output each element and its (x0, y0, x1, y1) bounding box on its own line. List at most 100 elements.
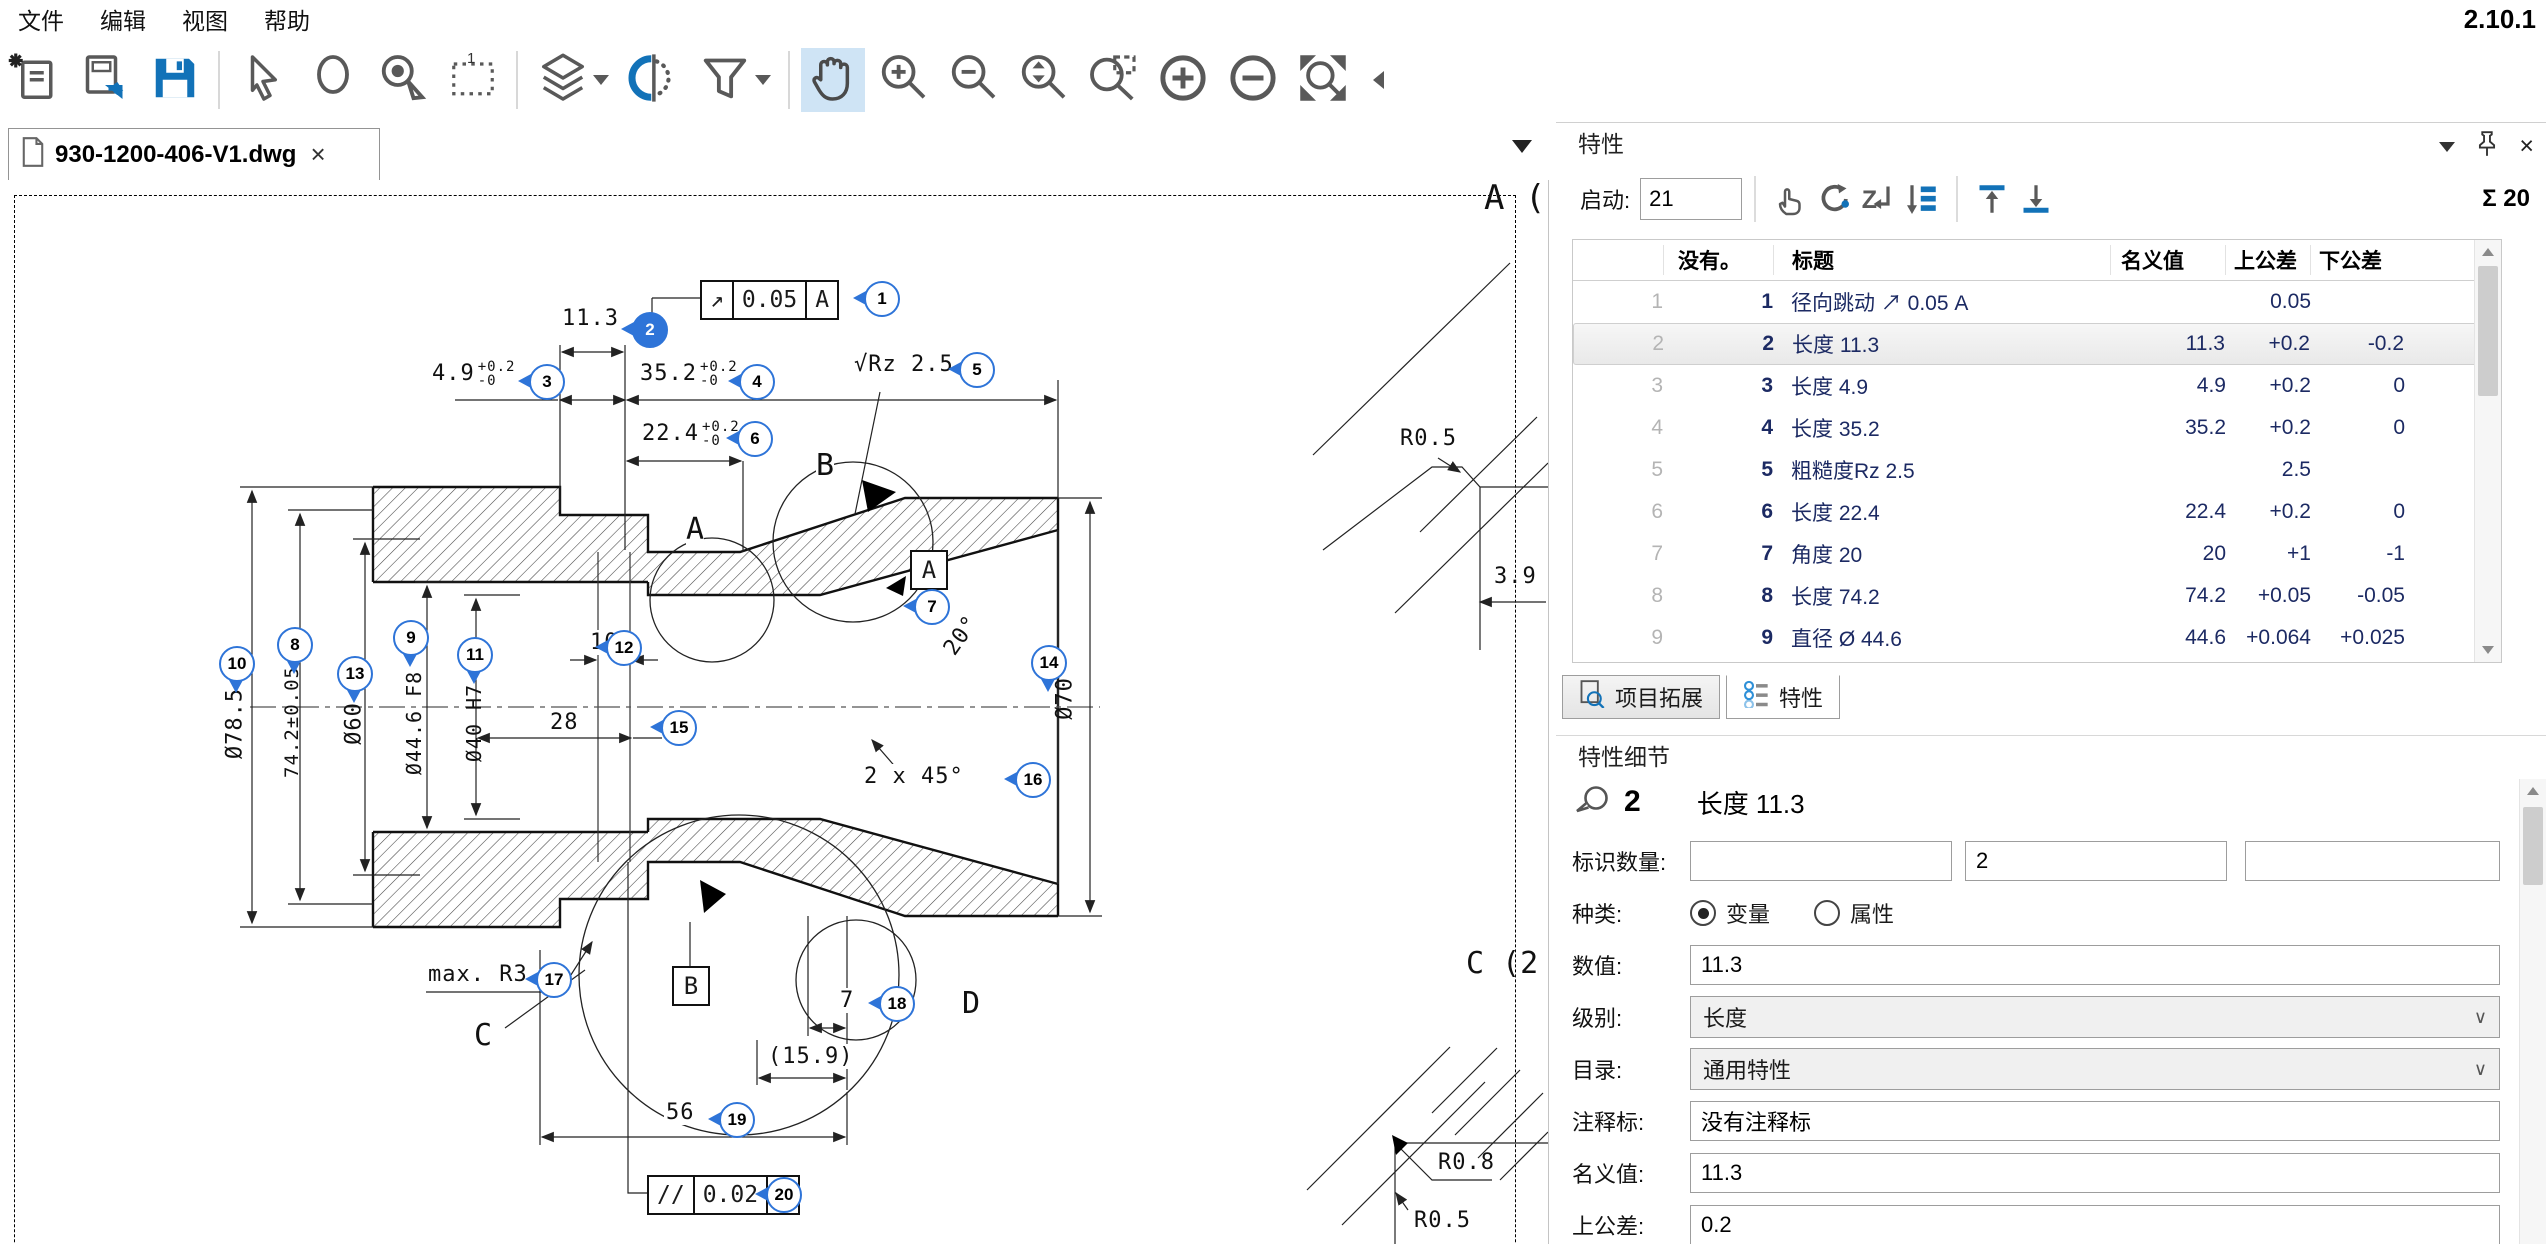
filter-icon (697, 50, 753, 111)
zoom-in-button[interactable] (871, 48, 935, 112)
increase-size-button[interactable] (1151, 48, 1215, 112)
table-row[interactable]: 44长度 35.235.2+0.20 (1573, 407, 2501, 449)
z-order-icon[interactable]: Z (1857, 178, 1899, 220)
balloon-1[interactable]: 1 (864, 281, 900, 317)
move-bottom-icon[interactable] (2015, 178, 2057, 220)
layers-dropdown-caret[interactable] (593, 75, 609, 85)
renumber-icon[interactable] (1813, 178, 1855, 220)
balloon-7[interactable]: 7 (914, 589, 950, 625)
filter-button[interactable] (691, 48, 777, 112)
id-count-input-1[interactable] (1690, 841, 1952, 881)
pan-button[interactable] (801, 48, 865, 112)
balloon-11[interactable]: 11 (457, 637, 493, 673)
filter-dropdown-caret[interactable] (755, 75, 771, 85)
col-lower[interactable]: 下公差 (2310, 245, 2404, 275)
zoom-fit-button[interactable] (1291, 48, 1355, 112)
decrease-size-button[interactable] (1221, 48, 1285, 112)
balloon-16[interactable]: 16 (1015, 762, 1051, 798)
pick-hand-icon[interactable] (1769, 178, 1811, 220)
balloon-2[interactable]: 2 (632, 312, 668, 348)
table-scrollbar[interactable] (2474, 240, 2501, 662)
toolbar: 1 (0, 38, 2546, 122)
zoom-window-button[interactable] (1081, 48, 1145, 112)
circle-plus-icon (1155, 50, 1211, 111)
new-document-button[interactable] (3, 48, 67, 112)
class-select[interactable]: 长度∨ (1690, 996, 2500, 1038)
balloon-19[interactable]: 19 (719, 1102, 755, 1138)
table-row[interactable]: 11径向跳动 ↗ 0.05 A0.05 (1573, 281, 2501, 323)
dim-length-3-9: 3.9 (1492, 564, 1539, 589)
details-scrollbar[interactable] (2519, 779, 2546, 1244)
mirror-split-button[interactable] (621, 48, 685, 112)
balloon-15[interactable]: 15 (661, 710, 697, 746)
table-row[interactable]: 66长度 22.422.4+0.20 (1573, 491, 2501, 533)
id-count-input-3[interactable] (2245, 841, 2500, 881)
pan-hand-icon (805, 50, 861, 111)
tab-characteristics[interactable]: 特性 (1726, 675, 1840, 719)
menu-edit[interactable]: 编辑 (82, 0, 164, 40)
value-input[interactable] (1690, 945, 2500, 985)
catalog-select[interactable]: 通用特性∨ (1690, 1048, 2500, 1090)
radio-attribute[interactable]: 属性 (1814, 897, 1894, 929)
balloon-6[interactable]: 6 (737, 421, 773, 457)
table-row[interactable]: 55粗糙度Rz 2.52.5 (1573, 449, 2501, 491)
balloon-18[interactable]: 18 (879, 986, 915, 1022)
balloon-8[interactable]: 8 (277, 627, 313, 663)
move-top-icon[interactable] (1971, 178, 2013, 220)
table-row[interactable]: 33长度 4.94.9+0.20 (1573, 365, 2501, 407)
zoom-out-button[interactable] (941, 48, 1005, 112)
balloon-14[interactable]: 14 (1031, 645, 1067, 681)
upper-tolerance-input[interactable] (1690, 1205, 2500, 1244)
canvas-menu-caret[interactable] (1512, 140, 1532, 153)
radio-variable[interactable]: 变量 (1690, 897, 1770, 929)
pin-icon[interactable] (2477, 131, 2497, 162)
save-button[interactable] (143, 48, 207, 112)
table-row[interactable]: 88长度 74.274.2+0.05-0.05 (1573, 575, 2501, 617)
nominal-input[interactable] (1690, 1153, 2500, 1193)
col-nominal[interactable]: 名义值 (2110, 245, 2225, 275)
col-upper[interactable]: 上公差 (2225, 245, 2310, 275)
upper-tolerance-label: 上公差: (1572, 1209, 1690, 1241)
balloon-13[interactable]: 13 (337, 656, 373, 692)
drawing-canvas[interactable]: 11.3 4.9+0.2-0 35.2+0.2-0 22.4+0.2-0 √Rz… (0, 180, 1549, 1244)
layers-button[interactable] (529, 48, 615, 112)
select-cursor-button[interactable] (231, 48, 295, 112)
kind-label: 种类: (1572, 897, 1690, 929)
menu-file[interactable]: 文件 (0, 0, 82, 40)
balloon-3[interactable]: 3 (529, 364, 565, 400)
balloon-4[interactable]: 4 (739, 364, 775, 400)
sort-list-icon[interactable] (1901, 178, 1943, 220)
panel-dropdown-icon[interactable] (2439, 142, 2455, 152)
menu-view[interactable]: 视图 (164, 0, 246, 40)
table-row[interactable]: 77角度 2020+1-1 (1573, 533, 2501, 575)
collapse-toolbar-button[interactable] (1361, 48, 1395, 112)
menu-help[interactable]: 帮助 (246, 0, 328, 40)
dim-length-35-2: 35.2+0.2-0 (638, 360, 740, 388)
balloon-10[interactable]: 10 (219, 646, 255, 682)
balloon-20[interactable]: 20 (766, 1177, 802, 1213)
table-row-selected[interactable]: 22长度 11.311.3+0.2-0.2 (1573, 323, 2501, 365)
id-count-input-2[interactable] (1965, 841, 2227, 881)
tab-project-expand[interactable]: 项目拓展 (1562, 675, 1720, 719)
zoom-vertical-button[interactable] (1011, 48, 1075, 112)
balloon-5[interactable]: 5 (959, 352, 995, 388)
start-number-input[interactable] (1640, 178, 1742, 220)
col-title[interactable]: 标题 (1773, 245, 2110, 275)
balloon-9[interactable]: 9 (393, 620, 429, 656)
panel-close-icon[interactable]: × (2519, 134, 2534, 159)
document-tab[interactable]: 930-1200-406-V1.dwg × (8, 128, 380, 180)
region-select-button[interactable]: 1 (441, 48, 505, 112)
properties-panel-title: 特性 (1578, 125, 1624, 159)
open-document-button[interactable] (73, 48, 137, 112)
tab-close-icon[interactable]: × (310, 139, 325, 170)
col-no[interactable]: 没有。 (1663, 245, 1773, 275)
save-icon (147, 50, 203, 111)
note-input[interactable] (1690, 1101, 2500, 1141)
balloon-17[interactable]: 17 (536, 962, 572, 998)
tag-balloon-button[interactable] (371, 48, 435, 112)
right-panel: 特性 × 启动: Z Σ 20 没有。 标题 (1556, 122, 2546, 1244)
table-row[interactable]: 99直径 Ø 44.644.6+0.064+0.025 (1573, 617, 2501, 659)
balloon-stamp-button[interactable] (301, 48, 365, 112)
balloon-12[interactable]: 12 (606, 630, 642, 666)
selected-characteristic: 2 长度 11.3 (1556, 779, 1805, 825)
